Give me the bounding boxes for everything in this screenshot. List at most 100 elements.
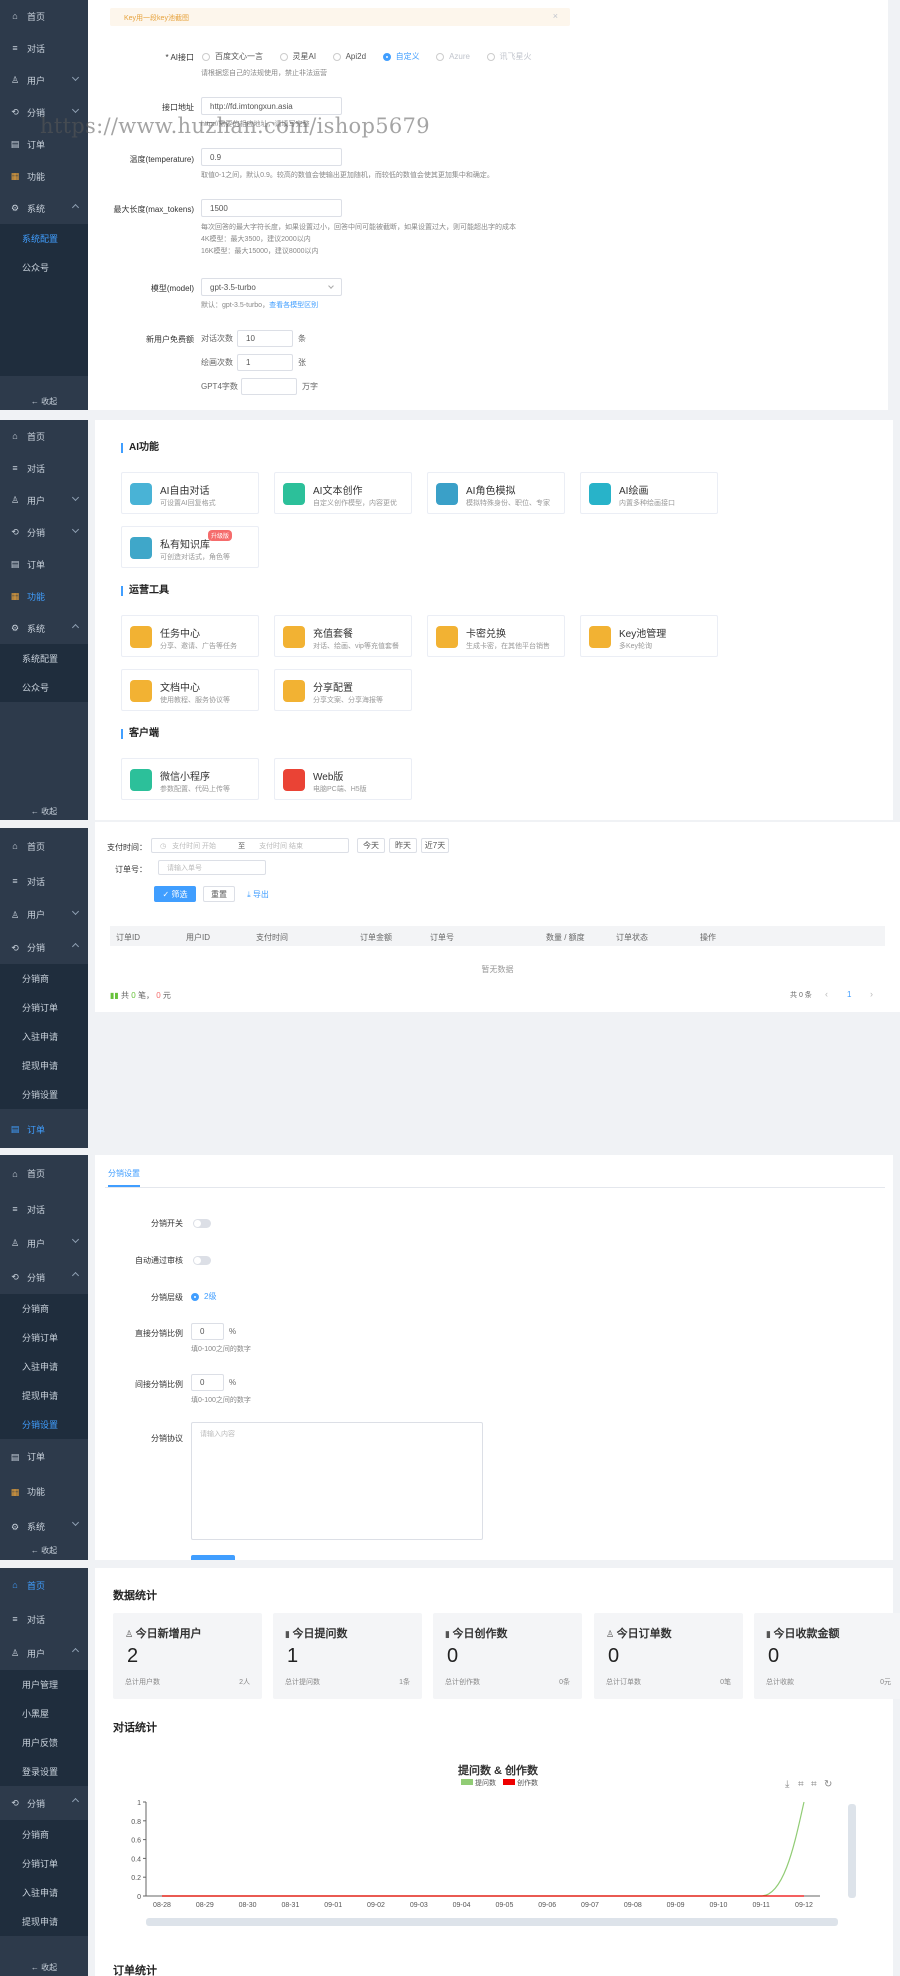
radio-level-2[interactable]: 2级 (191, 1291, 216, 1302)
sidebar-item-chat[interactable]: ≡ 对话 (0, 452, 88, 484)
radio-baidu[interactable]: 百度文心一言 (202, 51, 263, 62)
sidebar-item-user[interactable]: ♙ 用户 (0, 1226, 88, 1260)
prev-page-icon[interactable]: ‹ (825, 989, 828, 999)
sidebar-item-dist-orders[interactable]: 分销订单 (0, 1849, 88, 1878)
sidebar-item-distribution[interactable]: ⟲ 分销 (0, 1260, 88, 1294)
sidebar-item-dist-settings[interactable]: 分销设置 (0, 1080, 88, 1109)
sidebar-item-distributors[interactable]: 分销商 (0, 964, 88, 993)
max-tokens-input[interactable]: 1500 (201, 199, 342, 217)
sidebar-item-withdrawals[interactable]: 提现申请 (0, 1051, 88, 1080)
model-select[interactable]: gpt-3.5-turbo (201, 278, 342, 296)
legend-label[interactable]: 提问数 (475, 1778, 496, 1787)
radio-lingxing[interactable]: 灵星AI (279, 51, 316, 62)
collapse-button[interactable]: ← 收起 (0, 1545, 88, 1556)
tab-dist-settings[interactable]: 分销设置 (108, 1168, 140, 1187)
sidebar-item-orders[interactable]: ▤ 订单 (0, 1109, 88, 1148)
sidebar-item-distribution[interactable]: ⟲ 分销 (0, 931, 88, 964)
sidebar-item-system[interactable]: ⚙ 系统 (0, 192, 88, 224)
refresh-icon[interactable]: ↻ (824, 1779, 832, 1790)
sidebar-item-distributors[interactable]: 分销商 (0, 1820, 88, 1849)
sidebar-item-user-manage[interactable]: 用户管理 (0, 1670, 88, 1699)
auto-approve-toggle[interactable] (193, 1256, 211, 1265)
sidebar-item-home[interactable]: ⌂ 首页 (0, 1155, 88, 1192)
sidebar-item-orders[interactable]: ▤ 订单 (0, 548, 88, 580)
sidebar-item-features[interactable]: ▦ 功能 (0, 160, 88, 192)
legend-label[interactable]: 创作数 (517, 1778, 538, 1787)
date-range-picker[interactable]: ◷ 支付时间 开始 至 支付时间 结束 (151, 838, 349, 853)
sidebar-item-official-account[interactable]: 公众号 (0, 673, 88, 702)
today-button[interactable]: 今天 (357, 838, 385, 853)
model-compare-link[interactable]: 查看各模型区别 (269, 302, 318, 309)
sidebar-item-feedback[interactable]: 用户反馈 (0, 1728, 88, 1757)
sidebar-item-system[interactable]: ⚙ 系统 (0, 1509, 88, 1544)
zoom-reset-icon[interactable]: ⌗ (811, 1779, 817, 1790)
feature-tile[interactable]: Web版 电脑PC端、H5版 (274, 758, 412, 800)
feature-tile[interactable]: 微信小程序 参数配置、代码上传等 (121, 758, 259, 800)
sidebar-item-user[interactable]: ♙ 用户 (0, 898, 88, 931)
sidebar-item-user[interactable]: ♙ 用户 (0, 484, 88, 516)
legend-swatch[interactable] (461, 1779, 473, 1785)
radio-custom[interactable]: 自定义 (382, 51, 420, 62)
y-scroll-slider[interactable] (848, 1804, 856, 1898)
sidebar-item-applications[interactable]: 入驻申请 (0, 1352, 88, 1381)
sidebar-item-system-config[interactable]: 系统配置 (0, 644, 88, 673)
sidebar-item-features[interactable]: ▦ 功能 (0, 1474, 88, 1509)
next-page-icon[interactable]: › (870, 989, 873, 999)
url-input[interactable]: http://fd.imtongxun.asia (201, 97, 342, 115)
last-7-days-button[interactable]: 近7天 (421, 838, 449, 853)
agreement-textarea[interactable]: 请输入内容 (191, 1422, 483, 1540)
sidebar-item-login-settings[interactable]: 登录设置 (0, 1757, 88, 1786)
sidebar-item-chat[interactable]: ≡ 对话 (0, 864, 88, 898)
close-icon[interactable]: × (553, 11, 558, 21)
radio-api2d[interactable]: Api2d (332, 52, 366, 61)
feature-tile[interactable]: Key池管理 多Key轮询 (580, 615, 718, 657)
sidebar-item-user[interactable]: ♙ 用户 (0, 1636, 88, 1670)
sidebar-item-dist-orders[interactable]: 分销订单 (0, 993, 88, 1022)
x-scroll-slider[interactable] (146, 1918, 838, 1926)
sidebar-item-withdrawals[interactable]: 提现申请 (0, 1381, 88, 1410)
sidebar-item-applications[interactable]: 入驻申请 (0, 1878, 88, 1907)
sidebar-item-official-account[interactable]: 公众号 (0, 253, 88, 282)
sidebar-item-dist-settings[interactable]: 分销设置 (0, 1410, 88, 1439)
export-button[interactable]: ⤓ 导出 (241, 886, 275, 902)
sidebar-item-chat[interactable]: ≡ 对话 (0, 1192, 88, 1226)
sidebar-item-chat[interactable]: ≡ 对话 (0, 1602, 88, 1636)
sidebar-item-features[interactable]: ▦ 功能 (0, 580, 88, 612)
feature-tile[interactable]: 文档中心 使用教程、服务协议等 (121, 669, 259, 711)
sidebar-item-distributors[interactable]: 分销商 (0, 1294, 88, 1323)
free-draw-input[interactable]: 1 (237, 354, 293, 371)
filter-button[interactable]: ✓ 筛选 (154, 886, 196, 902)
feature-tile[interactable]: AI绘画 内置多种绘画接口 (580, 472, 718, 514)
dist-switch-toggle[interactable] (193, 1219, 211, 1228)
sidebar-item-distribution[interactable]: ⟲ 分销 (0, 516, 88, 548)
collapse-button[interactable]: ← 收起 (0, 806, 88, 817)
feature-tile[interactable]: 分享配置 分享文案、分享海报等 (274, 669, 412, 711)
feature-tile[interactable]: 私有知识库 可创造对话式，角色等 升级版 (121, 526, 259, 568)
sidebar-item-home[interactable]: ⌂ 首页 (0, 1568, 88, 1602)
free-gpt4-input[interactable] (241, 378, 297, 395)
feature-tile[interactable]: AI角色模拟 模拟特殊身份、职位、专家 (427, 472, 565, 514)
sidebar-item-withdrawals[interactable]: 提现申请 (0, 1907, 88, 1936)
sidebar-item-home[interactable]: ⌂ 首页 (0, 0, 88, 32)
reset-button[interactable]: 重置 (203, 886, 235, 902)
dist-level-radio[interactable]: 2级 (191, 1291, 230, 1303)
sidebar-item-user[interactable]: ♙ 用户 (0, 64, 88, 96)
sidebar-item-system-config[interactable]: 系统配置 (0, 224, 88, 253)
collapse-button[interactable]: ← 收起 (0, 396, 88, 407)
sidebar-item-orders[interactable]: ▤ 订单 (0, 1439, 88, 1474)
download-icon[interactable]: ⤓ (785, 1779, 790, 1790)
temperature-input[interactable]: 0.9 (201, 148, 342, 166)
sidebar-item-system[interactable]: ⚙ 系统 (0, 612, 88, 644)
yesterday-button[interactable]: 昨天 (389, 838, 417, 853)
direct-ratio-input[interactable]: 0 (191, 1323, 224, 1340)
save-button[interactable] (191, 1555, 235, 1560)
order-no-input[interactable]: 请输入单号 (158, 860, 266, 875)
feature-tile[interactable]: 任务中心 分享、邀请、广告等任务 (121, 615, 259, 657)
free-chat-input[interactable]: 10 (237, 330, 293, 347)
sidebar-item-blacklist[interactable]: 小黑屋 (0, 1699, 88, 1728)
collapse-button[interactable]: ← 收起 (0, 1962, 88, 1973)
page-number[interactable]: 1 (847, 990, 851, 999)
sidebar-item-applications[interactable]: 入驻申请 (0, 1022, 88, 1051)
sidebar-item-home[interactable]: ⌂ 首页 (0, 828, 88, 864)
legend-swatch[interactable] (503, 1779, 515, 1785)
